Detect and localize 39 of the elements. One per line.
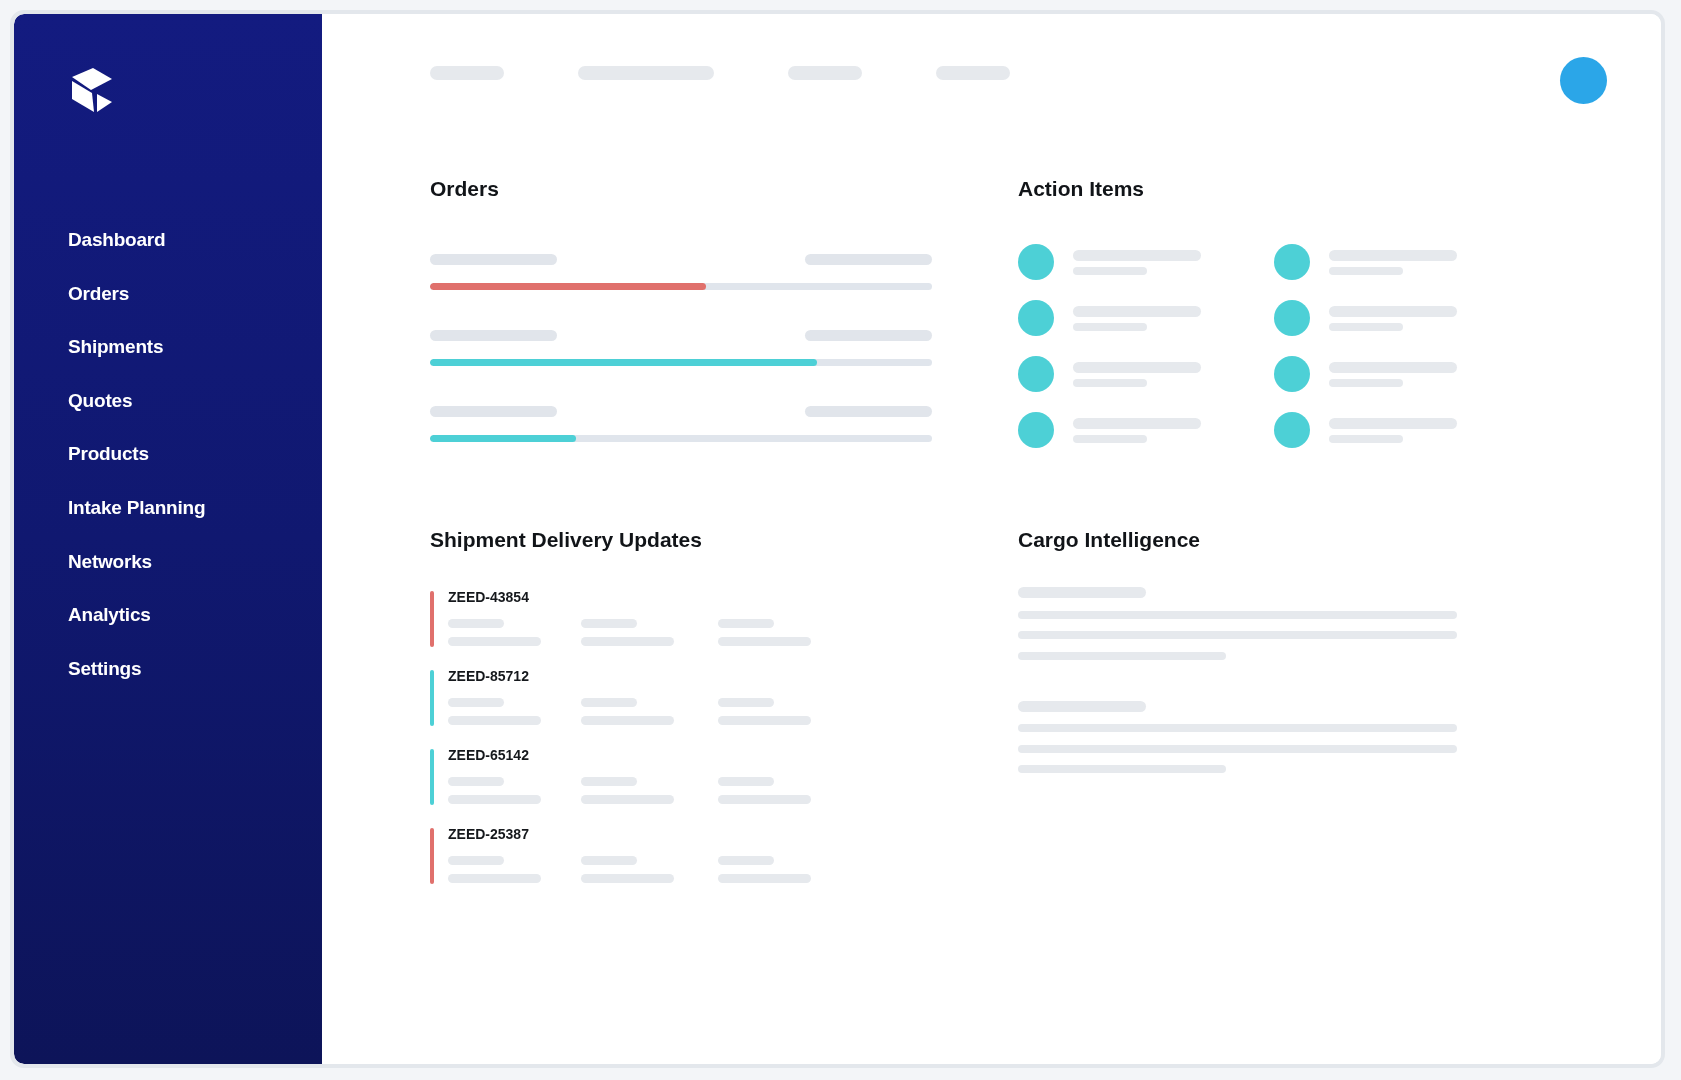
sidebar-item[interactable]: Settings: [58, 651, 152, 686]
circle-icon: [1018, 412, 1054, 448]
circle-icon: [1018, 300, 1054, 336]
section-title: Action Items: [1018, 176, 1146, 202]
sidebar-item[interactable]: Dashboard: [58, 223, 176, 257]
section-title: Orders: [430, 176, 500, 202]
section-title: Shipment Delivery Updates: [430, 527, 703, 553]
shipment-id: ZEED-85712: [448, 668, 530, 685]
section-title: Cargo Intelligence: [1018, 527, 1202, 553]
shipment-id: ZEED-25387: [448, 826, 530, 843]
sidebar-item[interactable]: Shipments: [58, 330, 174, 365]
skeleton-line: [718, 698, 774, 707]
skeleton-line: [718, 777, 774, 786]
skeleton-line: [718, 619, 774, 628]
skeleton-line: [581, 856, 637, 865]
circle-icon: [1274, 412, 1310, 448]
sidebar-item[interactable]: Networks: [58, 544, 162, 579]
circle-icon: [1018, 244, 1054, 280]
skeleton-line: [448, 856, 504, 865]
skeleton-line: [581, 619, 637, 628]
skeleton-line: [581, 777, 637, 786]
sidebar-item[interactable]: Products: [58, 437, 159, 472]
sidebar-item[interactable]: Orders: [58, 276, 140, 311]
shipment-id: ZEED-65142: [448, 747, 530, 764]
circle-icon: [1274, 244, 1310, 280]
skeleton-line: [448, 619, 504, 628]
user-avatar[interactable]: [1560, 57, 1607, 104]
skeleton-line: [448, 777, 504, 786]
shipment-id: ZEED-43854: [448, 589, 530, 606]
circle-icon: [1018, 356, 1054, 392]
cube-logo-icon: [72, 68, 112, 112]
skeleton-line: [718, 856, 774, 865]
circle-icon: [1274, 300, 1310, 336]
skeleton-line: [448, 698, 504, 707]
sidebar-item[interactable]: Analytics: [58, 598, 161, 633]
sidebar-item[interactable]: Quotes: [58, 383, 143, 418]
skeleton-line: [581, 698, 637, 707]
circle-icon: [1274, 356, 1310, 392]
sidebar-item[interactable]: Intake Planning: [58, 490, 216, 525]
